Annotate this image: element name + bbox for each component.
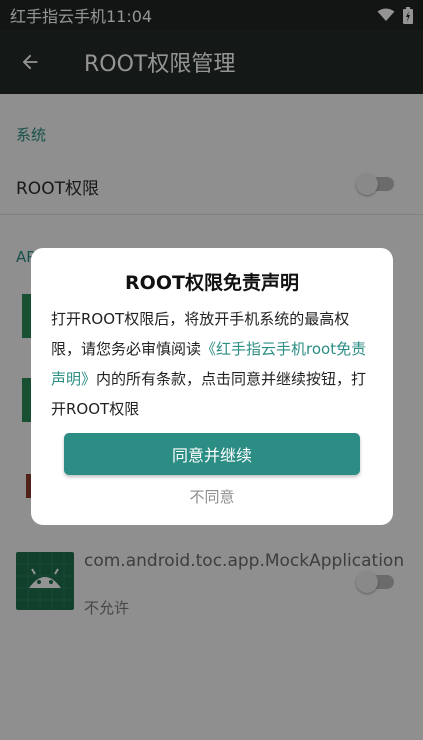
dialog-body-text: 内的所有条款，点击同意并继续按钮，打开ROOT权限 (51, 370, 367, 418)
dialog-title: ROOT权限免责声明 (125, 272, 299, 294)
agree-button[interactable]: 同意并继续 (64, 433, 360, 475)
root-disclaimer-dialog: ROOT权限免责声明 打开ROOT权限后，将放开手机系统的最高权限，请您务必审慎… (31, 248, 393, 525)
dialog-body: 打开ROOT权限后，将放开手机系统的最高权限，请您务必审慎阅读《红手指云手机ro… (51, 304, 376, 424)
disagree-button[interactable]: 不同意 (31, 486, 393, 507)
